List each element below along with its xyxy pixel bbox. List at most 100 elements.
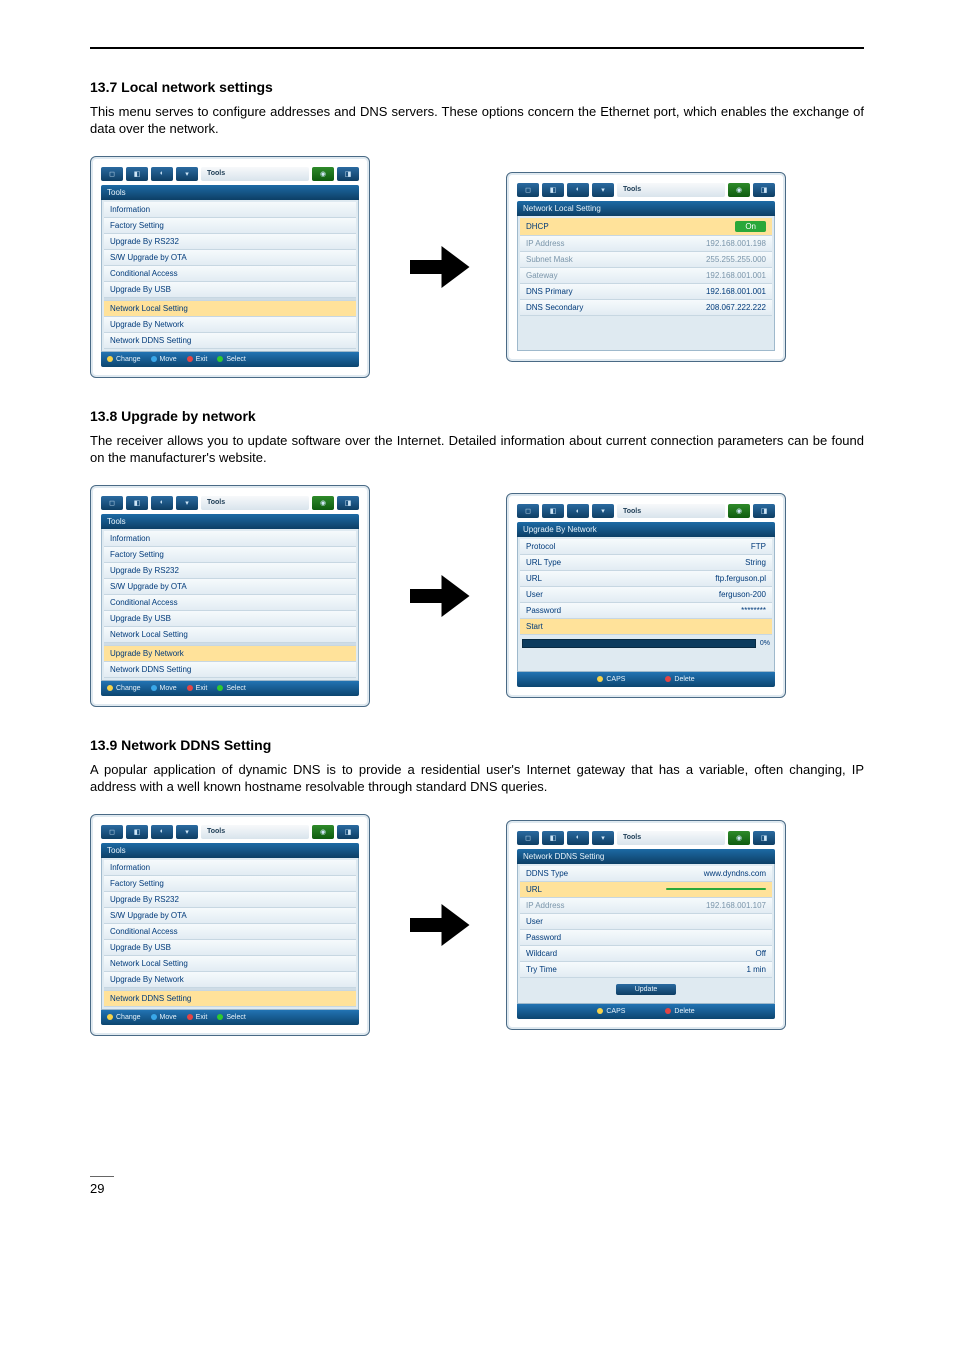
row-urltype[interactable]: URL Type String (520, 555, 772, 571)
row-password[interactable]: Password (520, 930, 772, 946)
menu-item[interactable]: Upgrade By RS232 (104, 563, 356, 579)
row-dhcp[interactable]: DHCP On (520, 218, 772, 236)
tabbar: ◻ ◧ ◐ ▾ Tools ◉ ◨ (517, 504, 775, 518)
tab-icon: ◐ (567, 831, 589, 845)
row-protocol[interactable]: Protocol FTP (520, 539, 772, 555)
start-label: Start (526, 622, 543, 631)
tab-icon: ◉ (728, 831, 750, 845)
row-ddns-type[interactable]: DDNS Type www.dyndns.com (520, 866, 772, 882)
tab-icon: ◉ (312, 496, 334, 510)
body-13-8: The receiver allows you to update softwa… (90, 432, 864, 467)
dhcp-label: DHCP (526, 222, 549, 231)
tab-tools: Tools (617, 504, 725, 518)
tools-menu-screenshot-2: ◻ ◧ ◐ ▾ Tools ◉ ◨ Tools Information Fact… (90, 485, 370, 707)
tabbar: ◻ ◧ ◐ ▾ Tools ◉ ◨ (101, 496, 359, 510)
tab-icon: ◧ (126, 825, 148, 839)
tabbar: ◻ ◧ ◐ ▾ Tools ◉ ◨ (517, 183, 775, 197)
page-number: 29 (90, 1176, 114, 1196)
tabbar: ◻ ◧ ◐ ▾ Tools ◉ ◨ (517, 831, 775, 845)
row-user[interactable]: User (520, 914, 772, 930)
menu-item[interactable]: S/W Upgrade by OTA (104, 579, 356, 595)
urltype-value: String (745, 558, 766, 567)
panel-title: Tools (101, 843, 359, 858)
row-wildcard[interactable]: Wildcard Off (520, 946, 772, 962)
menu-item[interactable]: Factory Setting (104, 218, 356, 234)
menu-item-selected[interactable]: Upgrade By Network (104, 646, 356, 662)
upgrade-network-screenshot: ◻ ◧ ◐ ▾ Tools ◉ ◨ Upgrade By Network Pro… (506, 493, 786, 698)
menu-item[interactable]: Upgrade By USB (104, 940, 356, 956)
menu-item[interactable]: Network Local Setting (104, 956, 356, 972)
menu-item[interactable]: Network Local Setting (104, 627, 356, 643)
tab-icon: ◨ (337, 167, 359, 181)
menu-item[interactable]: Network DDNS Setting (104, 333, 356, 349)
gw-value: 192.168.001.001 (706, 271, 766, 280)
menu-panel: Information Factory Setting Upgrade By R… (101, 529, 359, 681)
menu-item[interactable]: Upgrade By USB (104, 282, 356, 298)
menu-item[interactable]: Network DDNS Setting (104, 662, 356, 678)
footer-select: Select (226, 356, 245, 363)
pass-label: Password (526, 933, 561, 942)
menu-panel: Information Factory Setting Upgrade By R… (101, 200, 359, 352)
menu-item[interactable]: S/W Upgrade by OTA (104, 250, 356, 266)
tab-icon: ▾ (176, 167, 198, 181)
url-value: ftp.ferguson.pl (715, 574, 766, 583)
tab-icon: ◧ (126, 167, 148, 181)
footer-help: Change Move Exit Select (101, 352, 359, 367)
tab-icon: ◻ (101, 167, 123, 181)
tab-icon: ◨ (337, 825, 359, 839)
menu-item[interactable]: Conditional Access (104, 595, 356, 611)
update-button[interactable]: Update (616, 984, 676, 995)
row-ip: IP Address 192.168.001.198 (520, 236, 772, 252)
wild-value: Off (755, 949, 766, 958)
panel-title: Tools (101, 185, 359, 200)
row-dns2[interactable]: DNS Secondary 208.067.222.222 (520, 300, 772, 316)
detail-panel: DDNS Type www.dyndns.com URL IP Address … (517, 864, 775, 1004)
try-value: 1 min (746, 965, 766, 974)
url-label: URL (526, 574, 542, 583)
menu-panel: Information Factory Setting Upgrade By R… (101, 858, 359, 1010)
tab-icon: ◨ (753, 504, 775, 518)
tab-icon: ◐ (567, 183, 589, 197)
tab-icon: ◉ (728, 183, 750, 197)
menu-item[interactable]: Conditional Access (104, 924, 356, 940)
footer-move: Move (160, 1014, 177, 1021)
menu-item[interactable]: Upgrade By Network (104, 972, 356, 988)
menu-item[interactable]: Factory Setting (104, 876, 356, 892)
tab-icon: ◨ (753, 831, 775, 845)
footer-help: CAPS Delete (517, 672, 775, 687)
menu-item[interactable]: Upgrade By USB (104, 611, 356, 627)
menu-item[interactable]: Information (104, 531, 356, 547)
tab-icon: ◧ (542, 504, 564, 518)
menu-item[interactable]: Information (104, 202, 356, 218)
menu-item[interactable]: Upgrade By RS232 (104, 234, 356, 250)
menu-item[interactable]: Factory Setting (104, 547, 356, 563)
menu-item-selected[interactable]: Network DDNS Setting (104, 991, 356, 1007)
tab-icon: ◨ (337, 496, 359, 510)
protocol-label: Protocol (526, 542, 555, 551)
row-start[interactable]: Start (520, 619, 772, 635)
body-13-7: This menu serves to configure addresses … (90, 103, 864, 138)
row-url[interactable]: URL ftp.ferguson.pl (520, 571, 772, 587)
row-password[interactable]: Password ******** (520, 603, 772, 619)
menu-item[interactable]: Upgrade By Network (104, 317, 356, 333)
arrow-icon (398, 890, 478, 960)
panel-title: Network DDNS Setting (517, 849, 775, 864)
row-trytime[interactable]: Try Time 1 min (520, 962, 772, 978)
menu-item[interactable]: Information (104, 860, 356, 876)
heading-13-8: 13.8 Upgrade by network (90, 408, 864, 424)
menu-item-selected[interactable]: Network Local Setting (104, 301, 356, 317)
row-user[interactable]: User ferguson-200 (520, 587, 772, 603)
row-dns1[interactable]: DNS Primary 192.168.001.001 (520, 284, 772, 300)
menu-item[interactable]: Upgrade By RS232 (104, 892, 356, 908)
tab-tools: Tools (617, 183, 725, 197)
mask-label: Subnet Mask (526, 255, 573, 264)
url-label: URL (526, 885, 542, 894)
footer-exit: Exit (196, 1014, 208, 1021)
tab-icon: ▾ (592, 183, 614, 197)
top-rule (90, 47, 864, 49)
ddnstype-value: www.dyndns.com (704, 869, 766, 878)
row-url[interactable]: URL (520, 882, 772, 898)
detail-panel: DHCP On IP Address 192.168.001.198 Subne… (517, 216, 775, 351)
menu-item[interactable]: Conditional Access (104, 266, 356, 282)
menu-item[interactable]: S/W Upgrade by OTA (104, 908, 356, 924)
